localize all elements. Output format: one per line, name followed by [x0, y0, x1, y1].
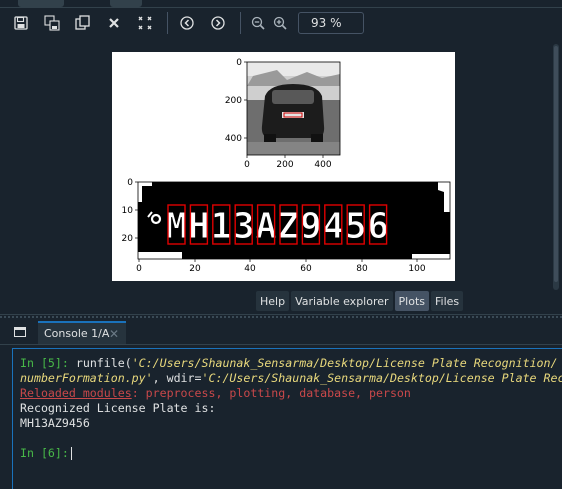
plate-character: 5	[345, 206, 367, 247]
console-menu-icon[interactable]	[14, 327, 26, 337]
console-header: Console 1/A ✕	[0, 319, 562, 345]
code-string: 'C:/Users/Shaunak_Sensarma/Desktop/Licen…	[131, 356, 558, 370]
top-tab[interactable]	[110, 0, 142, 7]
plate-ytick: 0	[127, 178, 133, 188]
plate-character: 6	[367, 206, 389, 247]
tab-files[interactable]: Files	[431, 291, 464, 311]
input-prompt: In [6]:	[20, 446, 69, 460]
close-icon[interactable]: ✕	[109, 327, 119, 341]
spyder-window: 93 % 0 200 400 0 200 400 M H 1 3 A Z 9 4…	[0, 0, 562, 489]
code-string: 'C:/Users/Shaunak_Sensarma/Desktop/Licen…	[201, 371, 562, 385]
tab-plots[interactable]: Plots	[394, 291, 430, 311]
car-xtick: 0	[244, 160, 250, 170]
car-ytick: 400	[225, 134, 242, 144]
console-tab-label: Console 1/A	[44, 327, 110, 340]
plot-figure[interactable]: 0 200 400 0 200 400 M H 1 3 A Z 9 4 5 6 …	[112, 52, 455, 281]
ipython-console[interactable]: In [5]: runfile('C:/Users/Shaunak_Sensar…	[12, 348, 562, 489]
tab-console[interactable]: Console 1/A ✕	[38, 321, 126, 344]
zoom-level-field[interactable]: 93 %	[298, 11, 364, 34]
car-ytick: 200	[225, 96, 242, 106]
reloaded-label: Reloaded modules	[20, 386, 132, 400]
plate-subplot: MH13AZ9456 0 10 20 0 20 40 60 80 100	[122, 178, 451, 274]
text-cursor	[70, 447, 72, 460]
code-text: , wdir=	[152, 371, 202, 385]
plate-character: 1	[210, 206, 232, 247]
scrollbar-thumb[interactable]	[554, 46, 558, 282]
toolbar-separator	[167, 11, 168, 34]
top-strip	[0, 0, 562, 8]
plate-xtick: 40	[244, 264, 256, 274]
plate-xtick: 100	[408, 264, 425, 274]
plate-ytick: 20	[122, 234, 134, 244]
console-output: In [5]: runfile('C:/Users/Shaunak_Sensar…	[20, 356, 562, 461]
reloaded-list: : preprocess, plotting, database, person	[131, 386, 411, 400]
tab-variable-explorer[interactable]: Variable explorer	[291, 291, 393, 311]
plate-character: M	[166, 206, 188, 247]
pane-splitter[interactable]	[0, 314, 562, 315]
close-all-icon[interactable]	[132, 11, 158, 35]
previous-icon[interactable]	[174, 11, 200, 35]
code-text: runfile(	[68, 356, 132, 370]
car-subplot: 0 200 400 0 200 400	[225, 58, 341, 170]
car-xtick: 400	[314, 160, 331, 170]
top-tab[interactable]	[18, 0, 64, 7]
code-string: numberFormation.py'	[20, 371, 153, 385]
plate-xtick: 20	[189, 264, 201, 274]
plate-xtick: 80	[356, 264, 368, 274]
plate-character: 3	[233, 206, 255, 247]
output-line: Recognized License Plate is:	[20, 401, 216, 415]
plate-xtick: 60	[300, 264, 312, 274]
plate-character: 4	[322, 206, 344, 247]
plate-character: Z	[278, 206, 300, 247]
input-prompt: In [5]:	[20, 356, 69, 370]
plate-ytick: 10	[122, 206, 134, 216]
car-xtick: 200	[276, 160, 293, 170]
next-icon[interactable]	[205, 11, 231, 35]
plots-toolbar: 93 %	[0, 8, 562, 37]
zoom-in-icon[interactable]	[269, 11, 291, 35]
pane-tab-bar: Help Variable explorer Plots Files	[256, 291, 464, 311]
plate-characters: MH13AZ9456	[165, 204, 389, 248]
splitter-handle[interactable]	[0, 316, 562, 318]
tab-help[interactable]: Help	[256, 291, 290, 311]
zoom-out-icon[interactable]	[247, 11, 269, 35]
save-icon[interactable]	[8, 11, 34, 35]
car-ytick: 0	[236, 58, 242, 68]
plate-xtick: 0	[136, 264, 142, 274]
plate-character: 9	[300, 206, 322, 247]
output-line: MH13AZ9456	[20, 416, 90, 430]
reloaded-modules-line: Reloaded modules: preprocess, plotting, …	[20, 386, 411, 400]
toolbar-separator	[240, 11, 241, 34]
copy-icon[interactable]	[70, 11, 96, 35]
plot-scrollbar[interactable]	[553, 44, 559, 290]
close-icon[interactable]	[101, 11, 127, 35]
plate-character: H	[188, 206, 210, 247]
save-all-icon[interactable]	[39, 11, 65, 35]
